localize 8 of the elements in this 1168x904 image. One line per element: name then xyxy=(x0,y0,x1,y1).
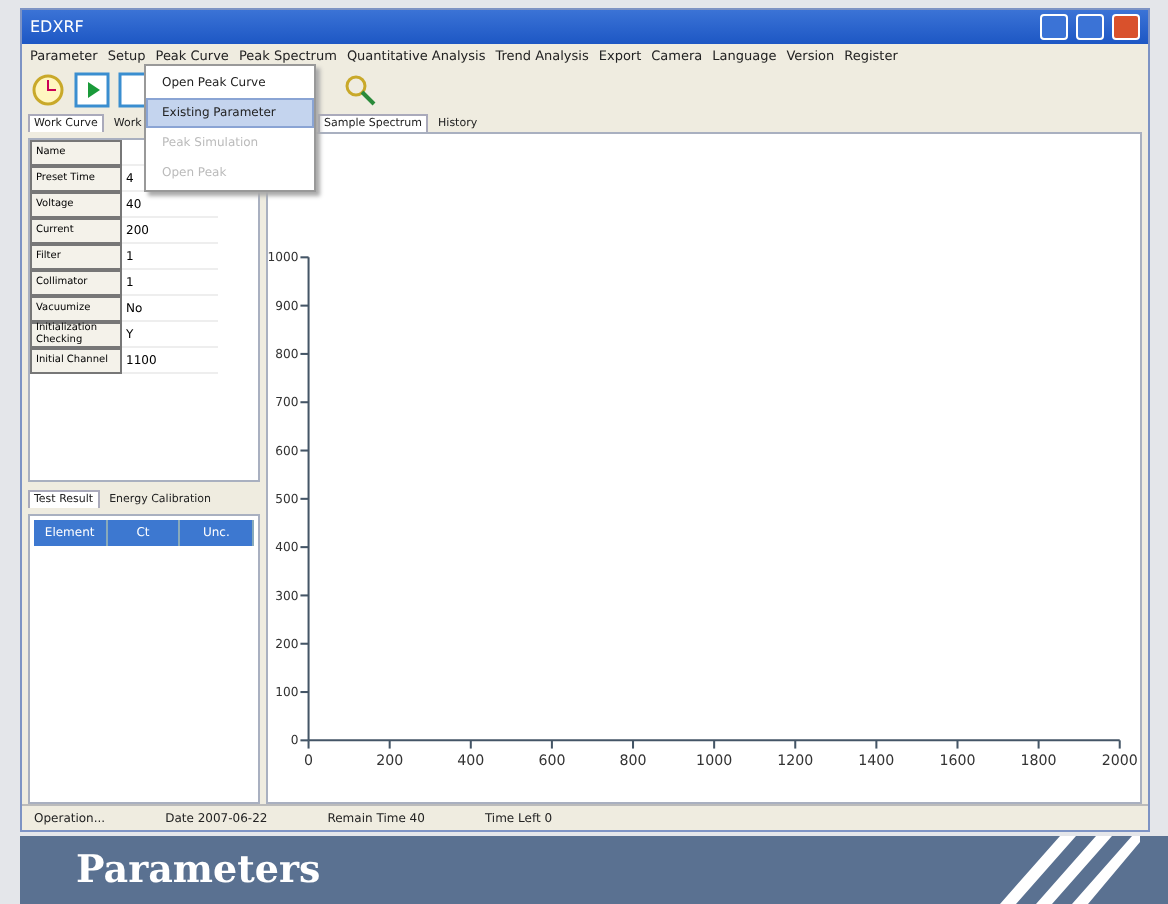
close-button[interactable] xyxy=(1112,14,1140,40)
window-title: EDXRF xyxy=(30,18,84,36)
maximize-button[interactable] xyxy=(1076,14,1104,40)
minimize-button[interactable] xyxy=(1040,14,1068,40)
search-icon[interactable] xyxy=(342,72,378,108)
play-icon[interactable] xyxy=(74,72,110,108)
clock-icon[interactable] xyxy=(30,72,66,108)
banner-title: Parameters xyxy=(76,848,321,892)
